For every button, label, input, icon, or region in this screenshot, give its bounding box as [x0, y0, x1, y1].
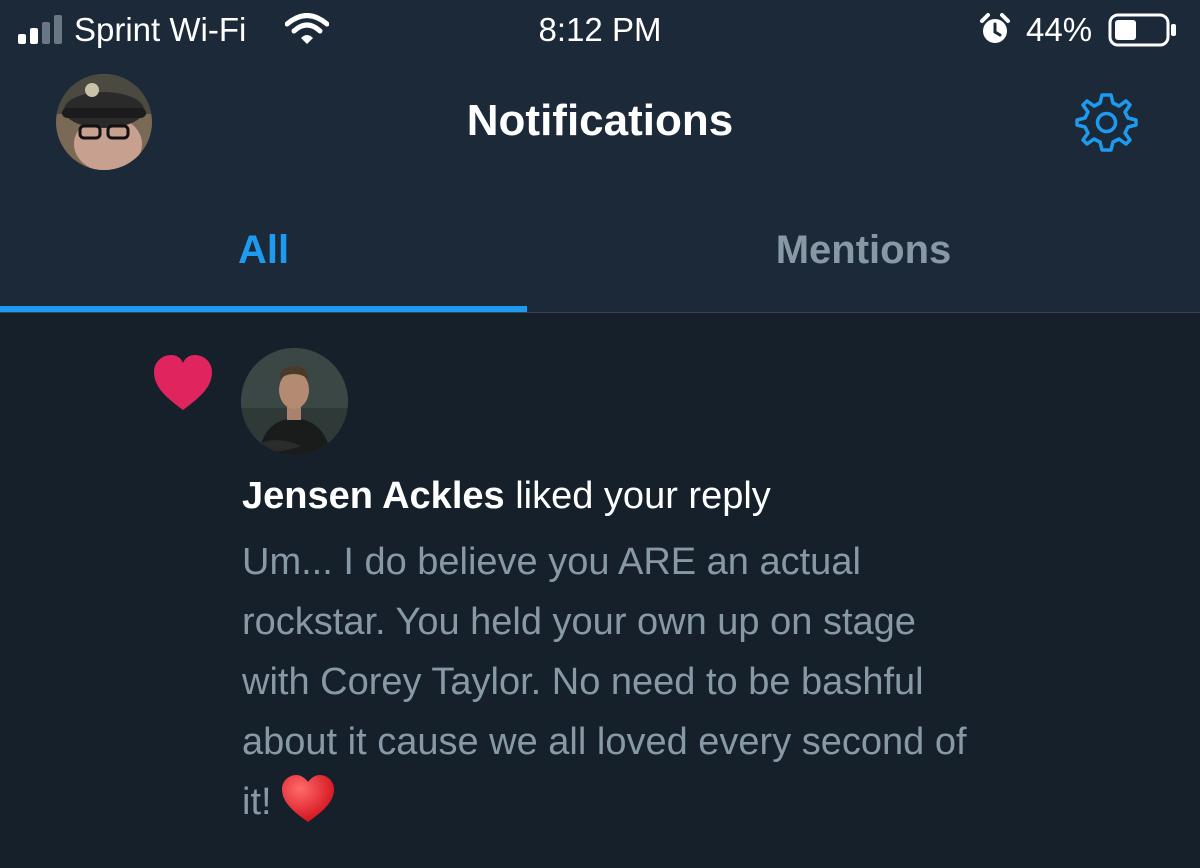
- page-title: Notifications: [466, 96, 734, 145]
- tweet-text: Um... I do believe you ARE an actual roc…: [242, 532, 1162, 832]
- notification-user-name[interactable]: Jensen Ackles: [242, 475, 505, 517]
- battery-icon: [1108, 13, 1176, 47]
- tweet-text-content: Um... I do believe you ARE an actual roc…: [242, 541, 967, 823]
- status-time: 8:12 PM: [538, 11, 662, 48]
- screen: Sprint Wi-Fi 8:12 PM 44% Notifications A…: [0, 0, 1200, 868]
- tab-all[interactable]: All: [0, 222, 527, 278]
- battery-percentage: 44%: [1026, 11, 1093, 48]
- tabs-divider: [0, 312, 1200, 313]
- notification-action: liked your reply: [515, 475, 771, 517]
- notification-headline: Jensen Ackles liked your reply: [242, 470, 1162, 522]
- heart-icon: [154, 355, 212, 410]
- user-avatar-image: [241, 348, 348, 455]
- gear-icon[interactable]: [1074, 90, 1138, 154]
- red-heart-emoji-icon: [281, 774, 334, 822]
- alarm-icon: [980, 13, 1010, 43]
- user-avatar[interactable]: [241, 348, 348, 455]
- status-bar: Sprint Wi-Fi 8:12 PM 44%: [0, 0, 1200, 60]
- tab-mentions[interactable]: Mentions: [600, 222, 1127, 278]
